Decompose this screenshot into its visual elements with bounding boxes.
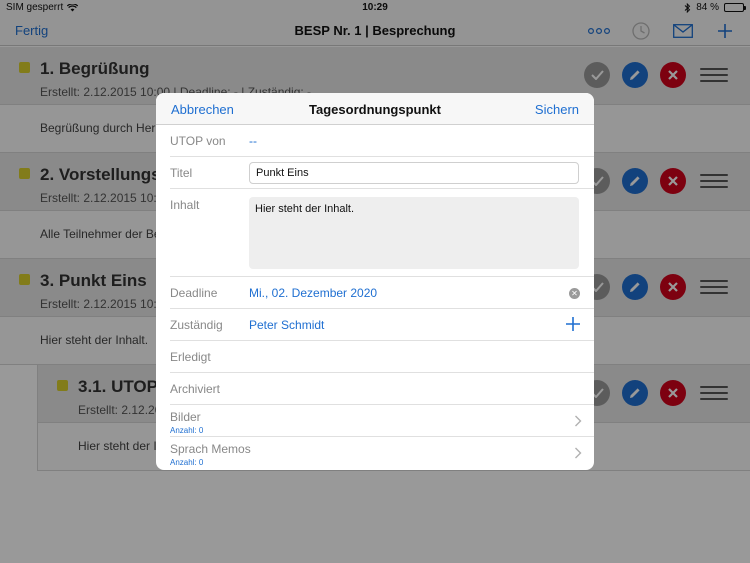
content-row: Inhalt Hier steht der Inhalt. <box>170 189 594 277</box>
deadline-label: Deadline <box>170 286 218 300</box>
responsible-label: Zuständig <box>170 318 223 332</box>
images-count: Anzahl: 0 <box>170 426 204 435</box>
images-label: Bilder <box>170 410 201 424</box>
add-person-icon[interactable] <box>564 315 582 333</box>
chevron-right-icon <box>575 415 582 427</box>
archived-row[interactable]: Archiviert <box>170 373 594 405</box>
cancel-button[interactable]: Abbrechen <box>171 102 234 117</box>
voice-memos-row[interactable]: Sprach Memos Anzahl: 0 <box>170 437 594 469</box>
done-row[interactable]: Erledigt <box>170 341 594 373</box>
done-label: Erledigt <box>170 350 211 364</box>
voice-memos-label: Sprach Memos <box>170 442 251 456</box>
responsible-value[interactable]: Peter Schmidt <box>249 318 324 332</box>
clear-icon[interactable]: ✕ <box>569 288 580 299</box>
content-textarea[interactable]: Hier steht der Inhalt. <box>249 197 579 269</box>
chevron-right-icon <box>575 447 582 459</box>
archived-label: Archiviert <box>170 382 221 396</box>
deadline-row[interactable]: Deadline Mi., 02. Dezember 2020 ✕ <box>170 277 594 309</box>
deadline-value[interactable]: Mi., 02. Dezember 2020 <box>249 286 377 300</box>
title-input[interactable] <box>249 162 579 184</box>
agenda-item-editor-modal: Abbrechen Tagesordnungspunkt Sichern UTO… <box>156 93 594 470</box>
modal-header: Abbrechen Tagesordnungspunkt Sichern <box>156 93 594 125</box>
save-button[interactable]: Sichern <box>535 102 579 117</box>
images-row[interactable]: Bilder Anzahl: 0 <box>170 405 594 437</box>
utop-label: UTOP von <box>170 134 226 148</box>
title-row: Titel <box>170 157 594 189</box>
voice-memos-count: Anzahl: 0 <box>170 458 204 467</box>
utop-row[interactable]: UTOP von -- <box>170 125 594 157</box>
content-label: Inhalt <box>170 198 200 212</box>
utop-value[interactable]: -- <box>249 134 257 148</box>
title-label: Titel <box>170 166 193 180</box>
responsible-row[interactable]: Zuständig Peter Schmidt <box>170 309 594 341</box>
